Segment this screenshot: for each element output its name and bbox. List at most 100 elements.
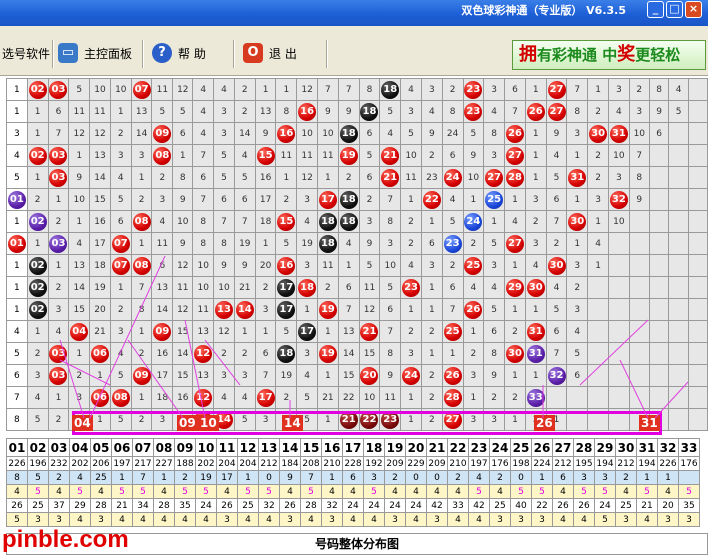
row-index-cell: 1 [6, 298, 28, 321]
stat-cell: 4 [573, 512, 595, 527]
grid-cell: 6 [379, 298, 402, 321]
grid-cell: 5 [358, 254, 381, 277]
grid-cell: 2 [68, 364, 91, 387]
stat-cell: 209 [384, 456, 406, 471]
grid-cell: 15 [89, 188, 111, 211]
prediction-highlight [72, 411, 662, 435]
grid-cell [648, 386, 670, 409]
grid-cell: 4 [296, 210, 319, 233]
stat-cell: 19 [384, 438, 406, 457]
grid-cell: 7 [337, 298, 360, 321]
number-ball: 18 [339, 124, 358, 143]
grid-cell: 10 [296, 122, 319, 145]
grid-cell [566, 386, 589, 409]
number-ball: 15 [256, 146, 275, 165]
grid-cell: 09 [151, 122, 174, 145]
grid-cell: 15 [172, 364, 194, 387]
grid-cell: 11 [172, 276, 194, 299]
slogan-char-4: 奖 [617, 44, 636, 65]
number-header-row: 01 02 03 04 05 06 07 08 09 10 11 12 13 14 15 16 17 18 19 20… [6, 438, 700, 457]
grid-cell [587, 386, 609, 409]
grid-cell: 12 [213, 320, 235, 343]
number-ball: 13 [215, 300, 234, 319]
grid-cell: 5 [379, 100, 402, 123]
number-ball: 03 [49, 146, 68, 165]
grid-cell: 02 [26, 210, 49, 233]
grid-cell: 3 [607, 78, 630, 101]
grid-cell [687, 188, 708, 211]
stat-cell: 4 [468, 470, 490, 485]
grid-cell: 9 [172, 232, 194, 255]
grid-cell: 3 [109, 144, 132, 167]
grid-cell: 16 [275, 254, 298, 277]
grid-cell: 8 [192, 232, 215, 255]
row-index-cell: 1 [6, 78, 28, 101]
grid-cell: 13 [254, 100, 277, 123]
grid-cell: 3 [566, 122, 589, 145]
grid-cell: 3 [587, 188, 609, 211]
stat-cell: 25 [489, 498, 511, 513]
stat-cell: 3 [321, 512, 343, 527]
stat-cell: 3 [48, 512, 70, 527]
grid-cell: 14 [337, 342, 360, 365]
stat-cell: 29 [594, 438, 616, 457]
grid-row: 5 2 03 1 06 4 2 16 14 12 2 2 6 18 3 19 14 15 8 3 1 1 2 8 30 31 7 5 [6, 342, 708, 365]
stat-cell: 210 [321, 456, 343, 471]
stat-cell: 2 [384, 470, 406, 485]
grid-row: 1 02 1 13 18 07 08 6 12 10 9 9 20 16 3 11 1 5 10 4 3 2 25 3 1 4 30… [6, 254, 708, 277]
grid-cell [607, 232, 630, 255]
number-ball: 24 [402, 366, 421, 385]
stat-cell: 5 [69, 484, 91, 499]
main-panel-button[interactable]: ▭ 主控面板 [58, 40, 132, 66]
number-ball: 02 [28, 212, 47, 231]
stat-cell: 3 [27, 512, 49, 527]
grid-cell: 5 [566, 342, 589, 365]
grid-cell: 6 [47, 100, 70, 123]
grid-cell: 3 [400, 100, 422, 123]
grid-cell: 6 [441, 144, 464, 167]
close-button[interactable]: × [685, 1, 702, 18]
row-index-cell: 4 [6, 320, 28, 343]
grid-cell: 4 [483, 100, 506, 123]
number-ball: 08 [132, 212, 151, 231]
grid-cell: 23 [420, 166, 443, 189]
stat-cell: 26 [573, 498, 595, 513]
stat-cell: 5 [258, 484, 280, 499]
grid-cell: 4 [26, 386, 49, 409]
maximize-button[interactable]: □ [666, 1, 683, 18]
stat-cell: 4 [489, 484, 511, 499]
slogan-part-2: 有彩神通 [537, 46, 598, 64]
stat-cell: 14 [279, 438, 301, 457]
grid-cell: 1 [566, 188, 589, 211]
grid-cell: 3 [254, 298, 277, 321]
select-number-button[interactable]: 选号软件 [2, 40, 50, 66]
exit-button[interactable]: O退 出 [243, 40, 297, 66]
row-index-cell: 7 [6, 386, 28, 409]
number-ball: 17 [318, 190, 337, 209]
number-ball: 31 [609, 124, 628, 143]
grid-cell: 4 [400, 254, 422, 277]
grid-cell: 6 [358, 166, 381, 189]
grid-cell: 1 [296, 298, 319, 321]
stat-cell: 35 [678, 498, 700, 513]
grid-cell [687, 342, 708, 365]
grid-cell [628, 364, 650, 387]
stat-cell: 4 [405, 484, 427, 499]
grid-cell: 1 [504, 364, 526, 387]
minimize-button[interactable]: _ [647, 1, 664, 18]
stat-cell: 16 [321, 438, 343, 457]
grid-cell: 4 [545, 144, 568, 167]
grid-cell [587, 364, 609, 387]
grid-cell: 5 [213, 166, 235, 189]
stat-cell: 01 [6, 438, 28, 457]
grid-cell: 3 [358, 210, 381, 233]
number-ball: 26 [443, 366, 462, 385]
stat-cell: 192 [363, 456, 385, 471]
grid-cell: 1 [275, 166, 298, 189]
grid-cell: 1 [130, 232, 153, 255]
grid-cell: 6 [337, 276, 360, 299]
stat-cell: 5 [237, 484, 259, 499]
stat-cell: 32 [657, 438, 679, 457]
help-button[interactable]: ? 帮 助 [152, 40, 206, 66]
grid-cell [668, 254, 689, 277]
